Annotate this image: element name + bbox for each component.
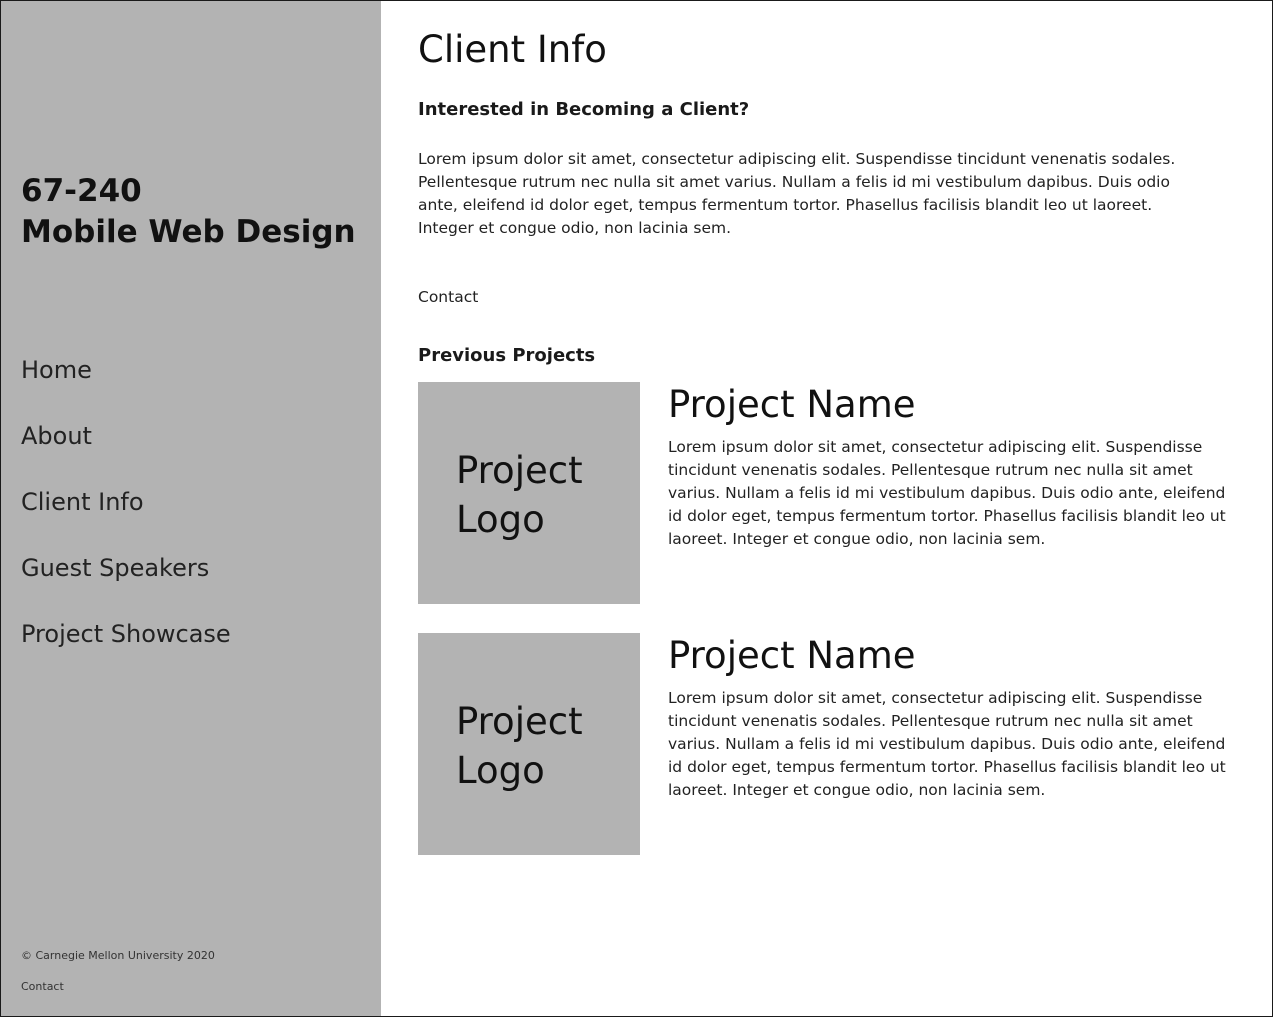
project-description: Lorem ipsum dolor sit amet, consectetur … <box>668 689 1226 799</box>
nav-item-about[interactable]: About <box>21 417 231 483</box>
project-card: Project Logo Project Name Lorem ipsum do… <box>418 633 1238 855</box>
project-logo-line2: Logo <box>456 498 545 541</box>
site-title: 67-240 Mobile Web Design <box>21 171 356 253</box>
course-name: Mobile Web Design <box>21 214 356 250</box>
nav-item-project-showcase[interactable]: Project Showcase <box>21 615 231 681</box>
footer-contact-link[interactable]: Contact <box>21 980 64 993</box>
course-number: 67-240 <box>21 173 142 209</box>
intro-paragraph: Lorem ipsum dolor sit amet, consectetur … <box>418 150 1176 237</box>
footer-copyright: © Carnegie Mellon University 2020 <box>21 949 215 962</box>
nav-item-guest-speakers[interactable]: Guest Speakers <box>21 549 231 615</box>
project-logo-line2: Logo <box>456 749 545 792</box>
project-card: Project Logo Project Name Lorem ipsum do… <box>418 382 1238 604</box>
project-logo-text: Project Logo <box>456 446 583 544</box>
nav-item-home[interactable]: Home <box>21 351 231 417</box>
page-frame: 67-240 Mobile Web Design Home About Clie… <box>0 0 1273 1017</box>
project-logo-line1: Project <box>456 449 583 492</box>
project-logo-text: Project Logo <box>456 697 583 795</box>
previous-projects-heading: Previous Projects <box>418 345 596 366</box>
project-name: Project Name <box>668 634 916 677</box>
project-name: Project Name <box>668 383 916 426</box>
page-title: Client Info <box>418 28 607 71</box>
project-logo-placeholder: Project Logo <box>418 633 640 855</box>
sidebar-nav: Home About Client Info Guest Speakers Pr… <box>21 351 231 681</box>
project-logo-placeholder: Project Logo <box>418 382 640 604</box>
project-description: Lorem ipsum dolor sit amet, consectetur … <box>668 438 1226 548</box>
client-subheading: Interested in Becoming a Client? <box>418 99 750 120</box>
sidebar: 67-240 Mobile Web Design Home About Clie… <box>1 1 381 1016</box>
project-logo-line1: Project <box>456 700 583 743</box>
contact-link[interactable]: Contact <box>418 286 478 309</box>
nav-item-client-info[interactable]: Client Info <box>21 483 231 549</box>
main-content: Client Info Interested in Becoming a Cli… <box>381 1 1272 1016</box>
